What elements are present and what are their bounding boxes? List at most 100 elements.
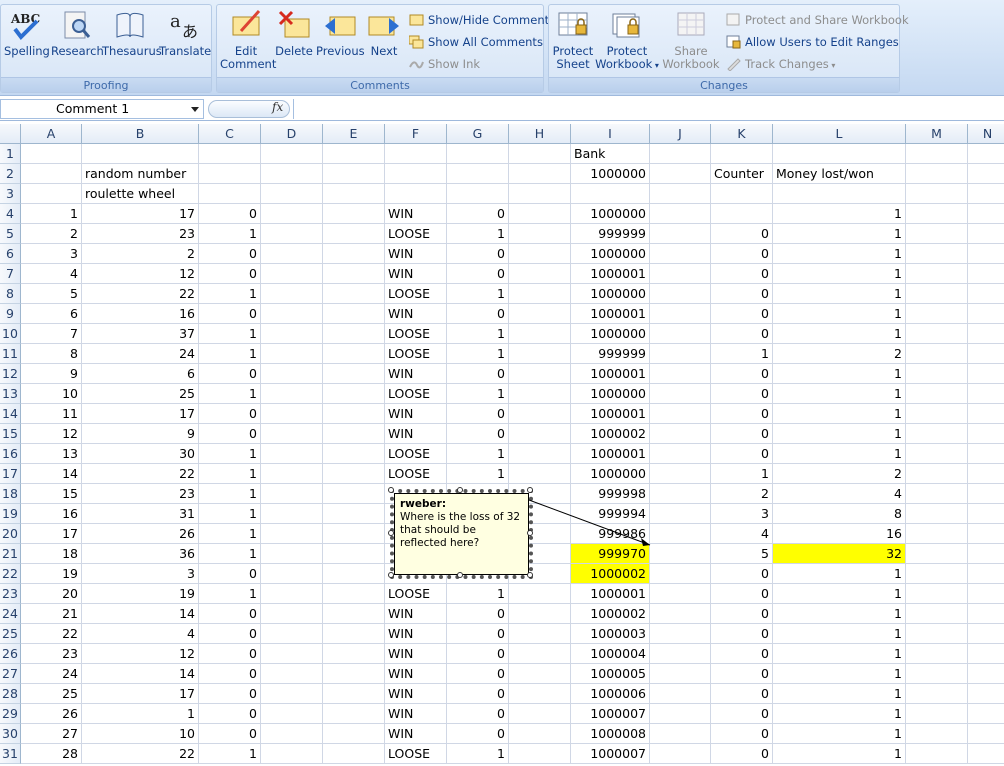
cell[interactable] (323, 484, 385, 504)
cell-i[interactable]: 1000007 (571, 704, 650, 724)
cell[interactable] (650, 404, 711, 424)
cell-c[interactable]: 1 (199, 504, 261, 524)
cell[interactable] (650, 744, 711, 764)
cell[interactable] (968, 724, 1004, 744)
show-all-comments-button[interactable]: Show All Comments (407, 32, 543, 52)
name-box-dropdown-icon[interactable] (191, 107, 199, 112)
cell[interactable] (199, 164, 261, 184)
cell-i[interactable]: 1000001 (571, 404, 650, 424)
cell[interactable] (968, 184, 1004, 204)
cell[interactable] (261, 164, 323, 184)
cell-i[interactable]: 1000001 (571, 584, 650, 604)
row-header[interactable]: 7 (0, 264, 21, 284)
cell-c[interactable]: 1 (199, 524, 261, 544)
cell[interactable] (261, 504, 323, 524)
cell-c[interactable]: 1 (199, 324, 261, 344)
cell-b[interactable]: 23 (82, 224, 199, 244)
cell-b[interactable]: 4 (82, 624, 199, 644)
cell[interactable] (509, 384, 571, 404)
cell-g[interactable]: 0 (447, 664, 509, 684)
cell-f[interactable]: WIN (385, 264, 447, 284)
cell-l[interactable]: 1 (773, 744, 906, 764)
cell-a[interactable]: 8 (21, 344, 82, 364)
cell-f[interactable]: LOOSE (385, 284, 447, 304)
cell[interactable] (323, 624, 385, 644)
cell-b[interactable]: 19 (82, 584, 199, 604)
column-header-g[interactable]: G (447, 124, 509, 144)
cell[interactable] (509, 644, 571, 664)
row-header[interactable]: 16 (0, 444, 21, 464)
cell-i[interactable]: 1000000 (571, 244, 650, 264)
cell-f[interactable]: LOOSE (385, 464, 447, 484)
cell-k[interactable]: 0 (711, 724, 773, 744)
row-header[interactable]: 10 (0, 324, 21, 344)
cell[interactable] (509, 584, 571, 604)
cell[interactable] (906, 324, 968, 344)
comment-resize-handle[interactable] (457, 487, 463, 493)
row-header[interactable]: 21 (0, 544, 21, 564)
cell[interactable] (968, 444, 1004, 464)
cell-b[interactable]: 16 (82, 304, 199, 324)
cell[interactable] (906, 344, 968, 364)
row-header[interactable]: 30 (0, 724, 21, 744)
select-all-corner[interactable] (0, 124, 21, 144)
cell-i[interactable]: 1000001 (571, 264, 650, 284)
cell-l[interactable]: 8 (773, 504, 906, 524)
cell-i[interactable]: 1000008 (571, 724, 650, 744)
cell[interactable] (261, 364, 323, 384)
cell[interactable] (650, 224, 711, 244)
cell[interactable] (968, 424, 1004, 444)
cell[interactable] (21, 164, 82, 184)
cell[interactable] (21, 184, 82, 204)
cell[interactable] (385, 184, 447, 204)
cell-l[interactable]: 1 (773, 304, 906, 324)
row-header[interactable]: 26 (0, 644, 21, 664)
row-header[interactable]: 11 (0, 344, 21, 364)
cell[interactable] (906, 364, 968, 384)
cell[interactable] (773, 184, 906, 204)
cell-l[interactable]: 1 (773, 664, 906, 684)
spelling-button[interactable]: ABC Spelling (4, 9, 50, 79)
cell-k[interactable]: 0 (711, 264, 773, 284)
cell-a[interactable]: 23 (21, 644, 82, 664)
cell[interactable] (906, 664, 968, 684)
cell[interactable] (509, 324, 571, 344)
cell[interactable] (21, 144, 82, 164)
cell-i[interactable]: 1000000 (571, 324, 650, 344)
cell[interactable] (509, 684, 571, 704)
cell[interactable] (650, 304, 711, 324)
cell-i[interactable]: Bank (571, 144, 650, 164)
cell-f[interactable]: WIN (385, 424, 447, 444)
cell-g[interactable]: 0 (447, 624, 509, 644)
cell[interactable] (261, 344, 323, 364)
column-header-l[interactable]: L (773, 124, 906, 144)
cell-l[interactable]: 1 (773, 284, 906, 304)
row-header[interactable]: 23 (0, 584, 21, 604)
cell-l[interactable]: 1 (773, 404, 906, 424)
cell[interactable] (650, 144, 711, 164)
cell-l[interactable]: Money lost/won (773, 164, 906, 184)
cell-a[interactable]: 7 (21, 324, 82, 344)
cell[interactable] (509, 304, 571, 324)
cell[interactable] (261, 544, 323, 564)
column-header-c[interactable]: C (199, 124, 261, 144)
cell[interactable] (509, 704, 571, 724)
cell[interactable] (261, 564, 323, 584)
cell-a[interactable]: 22 (21, 624, 82, 644)
cell[interactable] (323, 424, 385, 444)
cell-i[interactable]: 1000002 (571, 564, 650, 584)
cell-c[interactable]: 1 (199, 544, 261, 564)
cell[interactable] (650, 544, 711, 564)
cell[interactable] (509, 284, 571, 304)
cell-k[interactable]: 0 (711, 564, 773, 584)
cell-b[interactable]: 26 (82, 524, 199, 544)
cell-k[interactable]: 0 (711, 624, 773, 644)
cell-k[interactable]: 0 (711, 244, 773, 264)
cell-f[interactable]: LOOSE (385, 584, 447, 604)
cell-k[interactable]: 3 (711, 504, 773, 524)
cell[interactable] (323, 224, 385, 244)
cell[interactable] (968, 644, 1004, 664)
cell-g[interactable]: 1 (447, 224, 509, 244)
cell[interactable] (323, 404, 385, 424)
cell[interactable] (323, 464, 385, 484)
